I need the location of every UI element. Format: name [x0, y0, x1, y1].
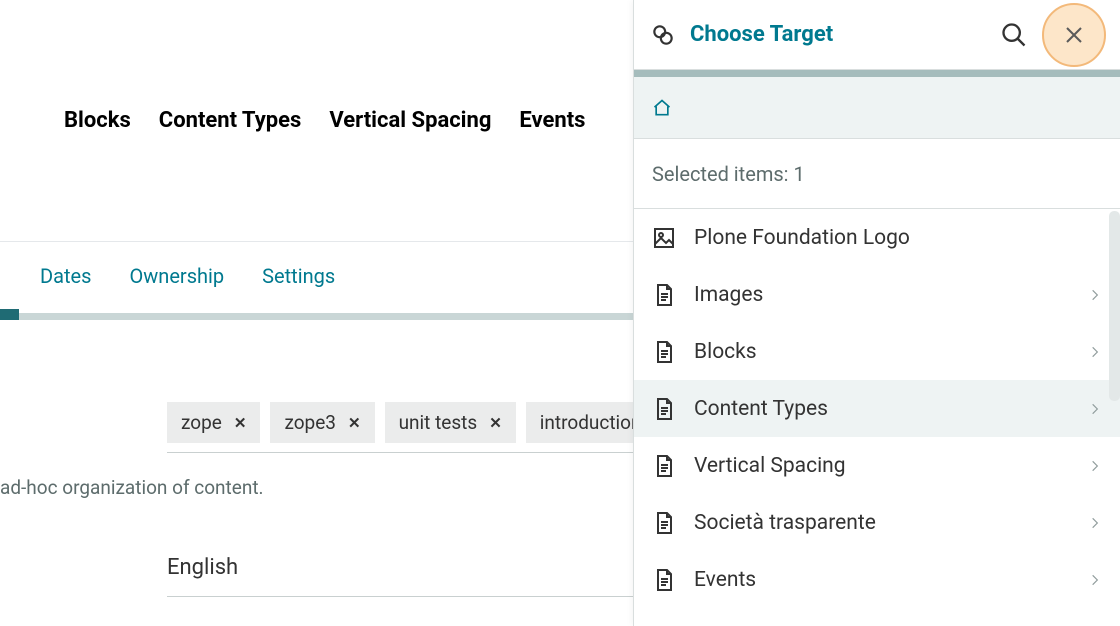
- tab-ownership[interactable]: Ownership: [129, 264, 224, 288]
- chevron-right-icon[interactable]: [1088, 516, 1102, 530]
- document-icon: [652, 283, 676, 307]
- target-item[interactable]: Società trasparente: [634, 494, 1120, 551]
- chevron-right-icon[interactable]: [1088, 573, 1102, 587]
- tag-label: zope: [181, 411, 222, 434]
- target-item-label: Plone Foundation Logo: [694, 226, 1102, 250]
- target-item-label: Content Types: [694, 397, 1070, 421]
- breadcrumb-item[interactable]: Vertical Spacing: [329, 108, 491, 133]
- close-icon: [1062, 23, 1086, 47]
- home-icon: [652, 98, 672, 118]
- breadcrumb-item[interactable]: Blocks: [64, 108, 131, 133]
- target-item-label: Events: [694, 568, 1070, 592]
- document-icon: [652, 568, 676, 592]
- selected-items-row[interactable]: Selected items: 1: [634, 139, 1120, 209]
- target-item[interactable]: Content Types: [634, 380, 1120, 437]
- tag[interactable]: zope ✕: [167, 402, 260, 443]
- remove-tag-icon[interactable]: ✕: [234, 414, 247, 432]
- tag-label: introduction: [540, 411, 642, 434]
- scrollbar[interactable]: [1109, 211, 1120, 401]
- tag-label: unit tests: [399, 411, 478, 434]
- chevron-right-icon[interactable]: [1088, 288, 1102, 302]
- target-item[interactable]: Events: [634, 551, 1120, 608]
- target-item-label: Società trasparente: [694, 511, 1070, 535]
- tab-track: [0, 313, 742, 320]
- field-hint: ad-hoc organization of content.: [0, 476, 264, 499]
- tab-dates[interactable]: Dates: [40, 264, 91, 288]
- chevron-right-icon[interactable]: [1088, 402, 1102, 416]
- breadcrumb-home-row[interactable]: [634, 77, 1120, 139]
- breadcrumb: Blocks Content Types Vertical Spacing Ev…: [64, 108, 585, 133]
- selected-items-label: Selected items: 1: [652, 162, 805, 186]
- document-icon: [652, 454, 676, 478]
- tag-label: zope3: [284, 411, 336, 434]
- tab-settings[interactable]: Settings: [262, 264, 335, 288]
- target-item-label: Blocks: [694, 340, 1070, 364]
- search-icon[interactable]: [1000, 21, 1028, 49]
- target-item[interactable]: Vertical Spacing: [634, 437, 1120, 494]
- target-list: Plone Foundation Logo Images Blocks Content…: [634, 209, 1120, 608]
- tag[interactable]: zope3 ✕: [270, 402, 374, 443]
- breadcrumb-item[interactable]: Events: [519, 108, 585, 133]
- target-item-label: Vertical Spacing: [694, 454, 1070, 478]
- chevron-right-icon[interactable]: [1088, 459, 1102, 473]
- chevron-right-icon[interactable]: [1088, 345, 1102, 359]
- breadcrumb-item[interactable]: Content Types: [159, 108, 302, 133]
- tag[interactable]: unit tests ✕: [385, 402, 516, 443]
- remove-tag-icon[interactable]: ✕: [348, 414, 361, 432]
- panel-title: Choose Target: [690, 22, 986, 47]
- panel-accent-bar: [634, 70, 1120, 77]
- target-item[interactable]: Blocks: [634, 323, 1120, 380]
- document-icon: [652, 397, 676, 421]
- property-tabs: Dates Ownership Settings: [40, 264, 335, 288]
- target-item[interactable]: Images: [634, 266, 1120, 323]
- document-icon: [652, 511, 676, 535]
- tags-field[interactable]: zope ✕ zope3 ✕ unit tests ✕ introduction: [167, 402, 656, 443]
- remove-tag-icon[interactable]: ✕: [489, 414, 502, 432]
- close-button[interactable]: [1042, 3, 1106, 67]
- choose-target-panel: Choose Target Selected items:: [633, 0, 1120, 626]
- target-item[interactable]: Plone Foundation Logo: [634, 209, 1120, 266]
- tab-indicator: [0, 309, 19, 320]
- language-value[interactable]: English: [167, 555, 238, 580]
- image-icon: [652, 226, 676, 250]
- target-item-label: Images: [694, 283, 1070, 307]
- document-icon: [652, 340, 676, 364]
- link-icon: [650, 22, 676, 48]
- panel-header: Choose Target: [634, 0, 1120, 70]
